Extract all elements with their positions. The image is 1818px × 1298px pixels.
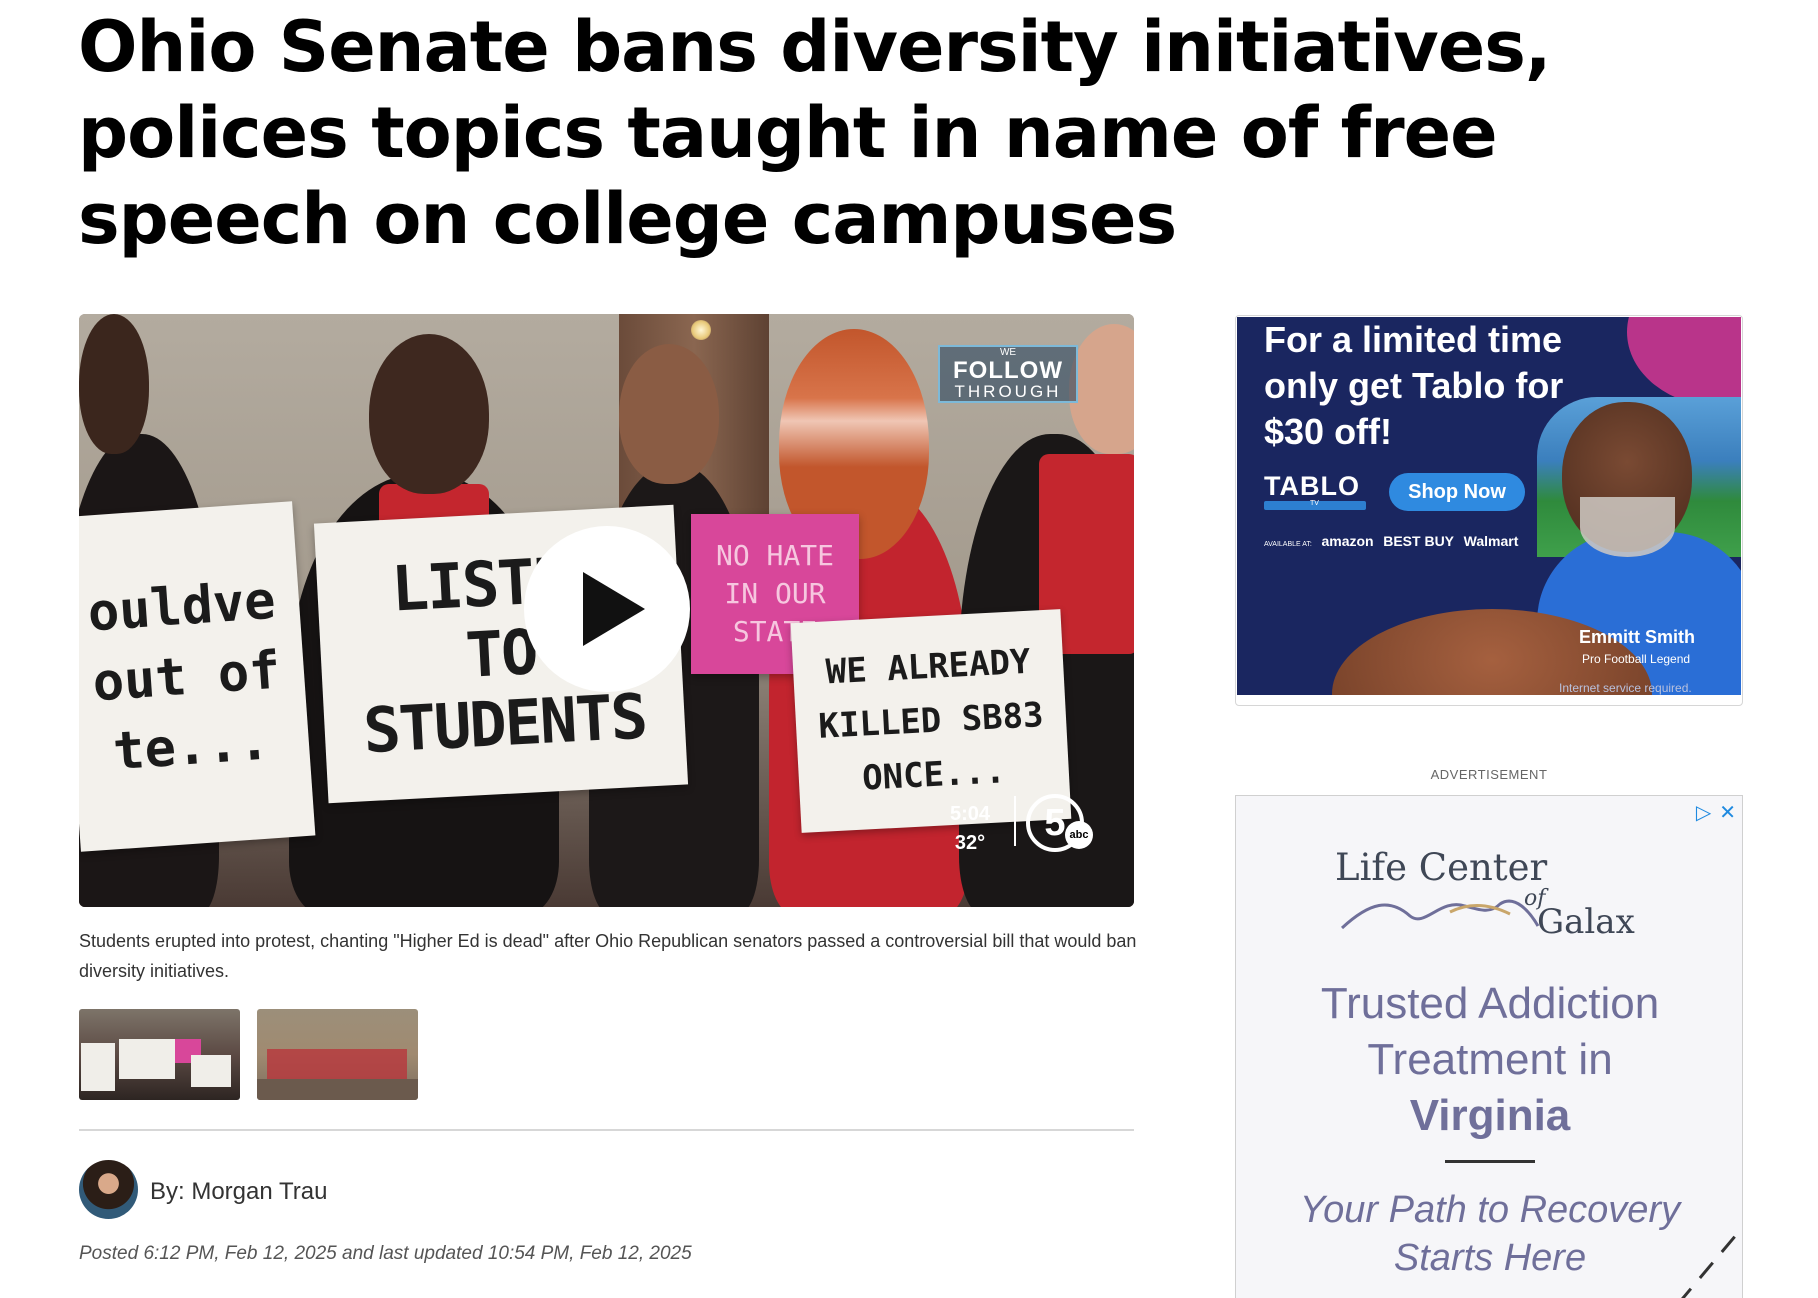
thumb-sign [81,1043,115,1091]
protester-head [369,334,489,494]
video-timestamp: 5:04 32° [946,800,994,858]
protester-head [619,344,719,484]
updated-label: and last updated [342,1243,483,1264]
life-center-logo-text: Life Center [1335,846,1548,889]
tablo-ad[interactable]: For a limited time only get Tablo for $3… [1235,315,1743,706]
ad-tagline-1: Your Path to Recovery [1299,1189,1681,1231]
posted-time: 6:12 PM, Feb 12, 2025 [143,1243,337,1264]
article-headline: Ohio Senate bans diversity initiatives, … [78,6,1551,260]
thumb-table [257,1079,418,1100]
ad-line-3: Virginia [1409,1091,1571,1140]
play-icon [583,572,645,646]
tablo-logo-tv: TV [1310,500,1319,507]
advertisement-label: ADVERTISEMENT [1430,767,1548,782]
video-player[interactable]: ouldve out of te... LISTEN TO STUDENTS N… [79,314,1134,907]
channel-separator [1014,796,1016,846]
adchoices-icon[interactable]: ▷ [1696,802,1711,824]
available-at-label: AVAILABLE AT: [1264,541,1312,548]
posted-label: Posted [79,1243,139,1264]
shop-now-button[interactable]: Shop Now [1389,473,1525,511]
spokesperson-beard [1580,497,1675,557]
decorative-swoosh-icon [1681,1227,1742,1298]
badge-follow: FOLLOW [953,357,1063,384]
ad-accent-shape [1627,317,1741,407]
spokesperson-name: Emmitt Smith [1579,627,1696,647]
we-follow-through-badge: WE FOLLOW THROUGH [938,345,1078,403]
thumbnail-hearing-room[interactable] [257,1009,418,1100]
ad-headline: For a limited time only get Tablo for $3… [1264,319,1564,452]
life-center-ad[interactable]: ▷ ✕ Life Center of Galax Trusted Addictio… [1235,795,1743,1298]
protest-sign-left: ouldve out of te... [79,501,316,852]
video-caption: Students erupted into protest, chanting … [79,931,1137,981]
updated-time: 10:54 PM, Feb 12, 2025 [487,1243,692,1264]
play-button[interactable] [524,526,690,692]
post-timestamp: Posted 6:12 PM, Feb 12, 2025 and last up… [79,1243,692,1265]
protest-sign-already: WE ALREADY KILLED SB83 ONCE... [790,609,1072,833]
retailer-walmart: Walmart [1463,533,1519,549]
close-icon[interactable]: ✕ [1719,802,1736,824]
ad-rule [1445,1160,1535,1163]
life-center-logo-galax: Galax [1537,902,1635,942]
tablo-ad-creative: For a limited time only get Tablo for $3… [1237,317,1741,695]
retailer-bestbuy: BEST BUY [1383,533,1455,549]
spokesperson-title: Pro Football Legend [1582,652,1691,666]
ad-tagline-2: Starts Here [1393,1237,1587,1279]
ad-line-1: Trusted Addiction [1320,979,1660,1028]
thumb-crowd [267,1049,407,1079]
ad-controls: ▷ ✕ [1688,800,1736,825]
protester-head [79,314,149,454]
ad-line-2: Treatment in [1367,1035,1613,1084]
thumb-sign [191,1055,231,1087]
thumbnail-protest-signs[interactable] [79,1009,240,1100]
badge-through: THROUGH [954,382,1062,401]
clock-time: 5:04 [949,803,991,825]
section-divider [79,1129,1134,1131]
clock-temperature: 32° [954,832,986,854]
ad-disclaimer: Internet service required. [1559,681,1692,695]
author-byline[interactable]: By: Morgan Trau [150,1178,327,1206]
author-avatar[interactable] [79,1160,138,1219]
video-light [691,320,711,340]
mountain-logo-icon [1340,899,1540,930]
retailer-amazon: amazon [1321,533,1374,549]
network-logo: abc [1065,821,1093,849]
retailer-list: AVAILABLE AT: amazon BEST BUY Walmart [1264,533,1518,549]
tablo-logo: TABLO [1264,471,1360,501]
thumb-sign [119,1039,175,1079]
